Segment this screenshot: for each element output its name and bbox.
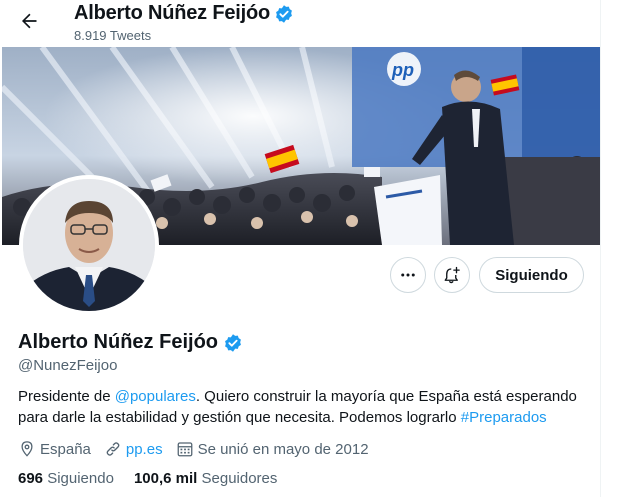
arrow-left-icon (22, 13, 37, 29)
header-title: Alberto Núñez Feijóo (74, 2, 294, 25)
verified-badge-icon (274, 4, 294, 24)
profile-meta: España pp.es Se unió en mayo de 2012 (18, 438, 382, 460)
calendar-icon (177, 442, 192, 457)
link-icon (106, 442, 120, 456)
header-name: Alberto Núñez Feijóo (74, 2, 271, 24)
location-item: España (18, 440, 91, 458)
profile-page: Alberto Núñez Feijóo 8.919 Tweets pp Sig… (0, 0, 601, 497)
bio-mention-link[interactable]: @populares (115, 388, 196, 405)
joined-item: Se unió en mayo de 2012 (176, 440, 369, 458)
location-text: España (40, 440, 91, 458)
tweet-count: 8.919 Tweets (74, 28, 152, 43)
following-label: Siguiendo (47, 470, 114, 487)
bell-plus-icon (444, 266, 460, 284)
profile-name: Alberto Núñez Feijóo (18, 331, 218, 353)
followers-count: 100,6 mil (133, 470, 198, 487)
bio-text-prefix: Presidente de (18, 388, 115, 405)
following-count-link[interactable]: 696 Siguiendo (18, 470, 114, 487)
location-pin-icon (21, 441, 33, 457)
profile-avatar[interactable] (19, 175, 159, 315)
website-item: pp.es (104, 440, 163, 458)
banner-logo: pp (391, 60, 414, 80)
profile-bio: Presidente de @populares. Quiero constru… (18, 386, 593, 428)
more-horizontal-icon (401, 273, 415, 277)
following-count: 696 (18, 470, 44, 487)
more-options-button[interactable] (390, 257, 426, 293)
following-button[interactable]: Siguiendo (479, 257, 584, 293)
followers-count-link[interactable]: 100,6 mil Seguidores (134, 470, 277, 487)
back-button[interactable] (14, 6, 44, 36)
notifications-button[interactable] (434, 257, 470, 293)
joined-text: Se unió en mayo de 2012 (197, 440, 369, 458)
profile-stats: 696 Siguiendo 100,6 mil Seguidores (18, 470, 297, 487)
followers-label: Seguidores (201, 470, 278, 487)
profile-header-bar: Alberto Núñez Feijóo 8.919 Tweets (0, 0, 600, 46)
bio-hashtag-link[interactable]: #Preparados (461, 409, 547, 426)
avatar-image (23, 179, 155, 311)
website-link[interactable]: pp.es (126, 441, 163, 458)
profile-name-row: Alberto Núñez Feijóo (18, 331, 243, 354)
profile-handle: @NunezFeijoo (18, 357, 118, 374)
verified-badge-icon (223, 333, 243, 353)
